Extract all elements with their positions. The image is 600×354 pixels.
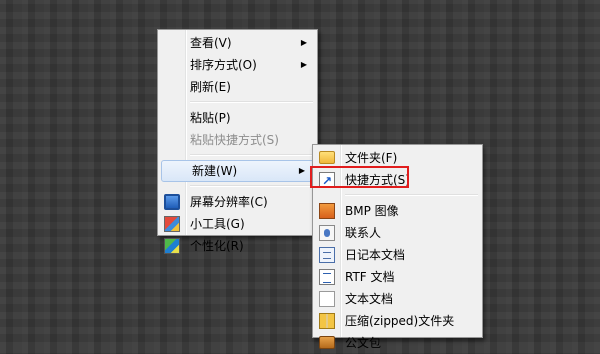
- menu-item-paste-shortcut[interactable]: 粘贴快捷方式(S): [160, 129, 315, 151]
- menu-item-label: 排序方式(O): [190, 58, 257, 72]
- menu-item-personalize[interactable]: 个性化(R): [160, 235, 315, 257]
- gadgets-icon: [164, 216, 180, 232]
- menu-item-label: 文件夹(F): [345, 151, 398, 165]
- menu-item-label: 查看(V): [190, 36, 232, 50]
- folder-icon: [319, 151, 335, 164]
- menu-item-label: 快捷方式(S): [345, 173, 410, 187]
- desktop[interactable]: { "context_menu": { "items": [ {"label":…: [0, 0, 600, 350]
- bitmap-image-icon: [319, 203, 335, 219]
- menu-separator: [190, 101, 313, 103]
- menu-item-label: 联系人: [345, 226, 382, 240]
- briefcase-icon: [319, 336, 335, 349]
- menu-separator: [345, 194, 478, 196]
- submenu-item-shortcut[interactable]: 快捷方式(S): [315, 169, 480, 192]
- desktop-context-menu: 查看(V) ▶ 排序方式(O) ▶ 刷新(E) 粘贴(P) 粘贴快捷方式(S) …: [157, 29, 318, 254]
- menu-item-paste[interactable]: 粘贴(P): [160, 107, 315, 129]
- menu-item-view[interactable]: 查看(V) ▶: [160, 32, 315, 54]
- submenu-item-folder[interactable]: 文件夹(F): [315, 147, 480, 169]
- menu-item-label: 文本文档: [345, 292, 394, 306]
- submenu-item-rtf-document[interactable]: RTF 文档: [315, 266, 480, 288]
- menu-item-new[interactable]: 新建(W) ▶: [161, 160, 314, 182]
- menu-item-label: 压缩(zipped)文件夹: [345, 314, 455, 328]
- menu-item-label: 日记本文档: [345, 248, 406, 262]
- submenu-item-bmp-image[interactable]: BMP 图像: [315, 200, 480, 222]
- submenu-item-journal-document[interactable]: 日记本文档: [315, 244, 480, 266]
- menu-item-label: 个性化(R): [190, 239, 244, 253]
- menu-item-label: 公文包: [345, 336, 382, 350]
- menu-separator: [190, 185, 313, 187]
- zip-folder-icon: [319, 313, 335, 329]
- monitor-icon: [164, 194, 180, 210]
- menu-item-label: 粘贴(P): [190, 111, 231, 125]
- menu-item-gadgets[interactable]: 小工具(G): [160, 213, 315, 235]
- rtf-document-icon: [319, 269, 335, 285]
- submenu-arrow-icon: ▶: [298, 166, 305, 175]
- submenu-item-text-document[interactable]: 文本文档: [315, 288, 480, 310]
- text-document-icon: [319, 291, 335, 307]
- menu-separator: [190, 154, 313, 156]
- menu-item-screen-resolution[interactable]: 屏幕分辨率(C): [160, 191, 315, 213]
- submenu-item-briefcase[interactable]: 公文包: [315, 332, 480, 354]
- menu-item-label: 小工具(G): [190, 217, 245, 231]
- submenu-item-zip-folder[interactable]: 压缩(zipped)文件夹: [315, 310, 480, 332]
- journal-document-icon: [319, 247, 335, 263]
- shortcut-icon: [319, 170, 335, 192]
- menu-item-label: 刷新(E): [190, 80, 231, 94]
- menu-item-label: 新建(W): [192, 164, 238, 178]
- personalize-icon: [164, 238, 180, 254]
- new-submenu: 文件夹(F) 快捷方式(S) BMP 图像 联系人 日记本文档 RTF 文档 文…: [312, 144, 483, 350]
- menu-item-sort-by[interactable]: 排序方式(O) ▶: [160, 54, 315, 76]
- menu-item-label: BMP 图像: [345, 204, 399, 218]
- submenu-arrow-icon: ▶: [300, 38, 307, 47]
- menu-item-label: 屏幕分辨率(C): [190, 195, 268, 209]
- menu-item-label: 粘贴快捷方式(S): [190, 133, 279, 147]
- menu-item-label: RTF 文档: [345, 270, 395, 284]
- submenu-arrow-icon: ▶: [300, 60, 307, 69]
- contact-icon: [319, 225, 335, 241]
- submenu-item-contact[interactable]: 联系人: [315, 222, 480, 244]
- menu-item-refresh[interactable]: 刷新(E): [160, 76, 315, 98]
